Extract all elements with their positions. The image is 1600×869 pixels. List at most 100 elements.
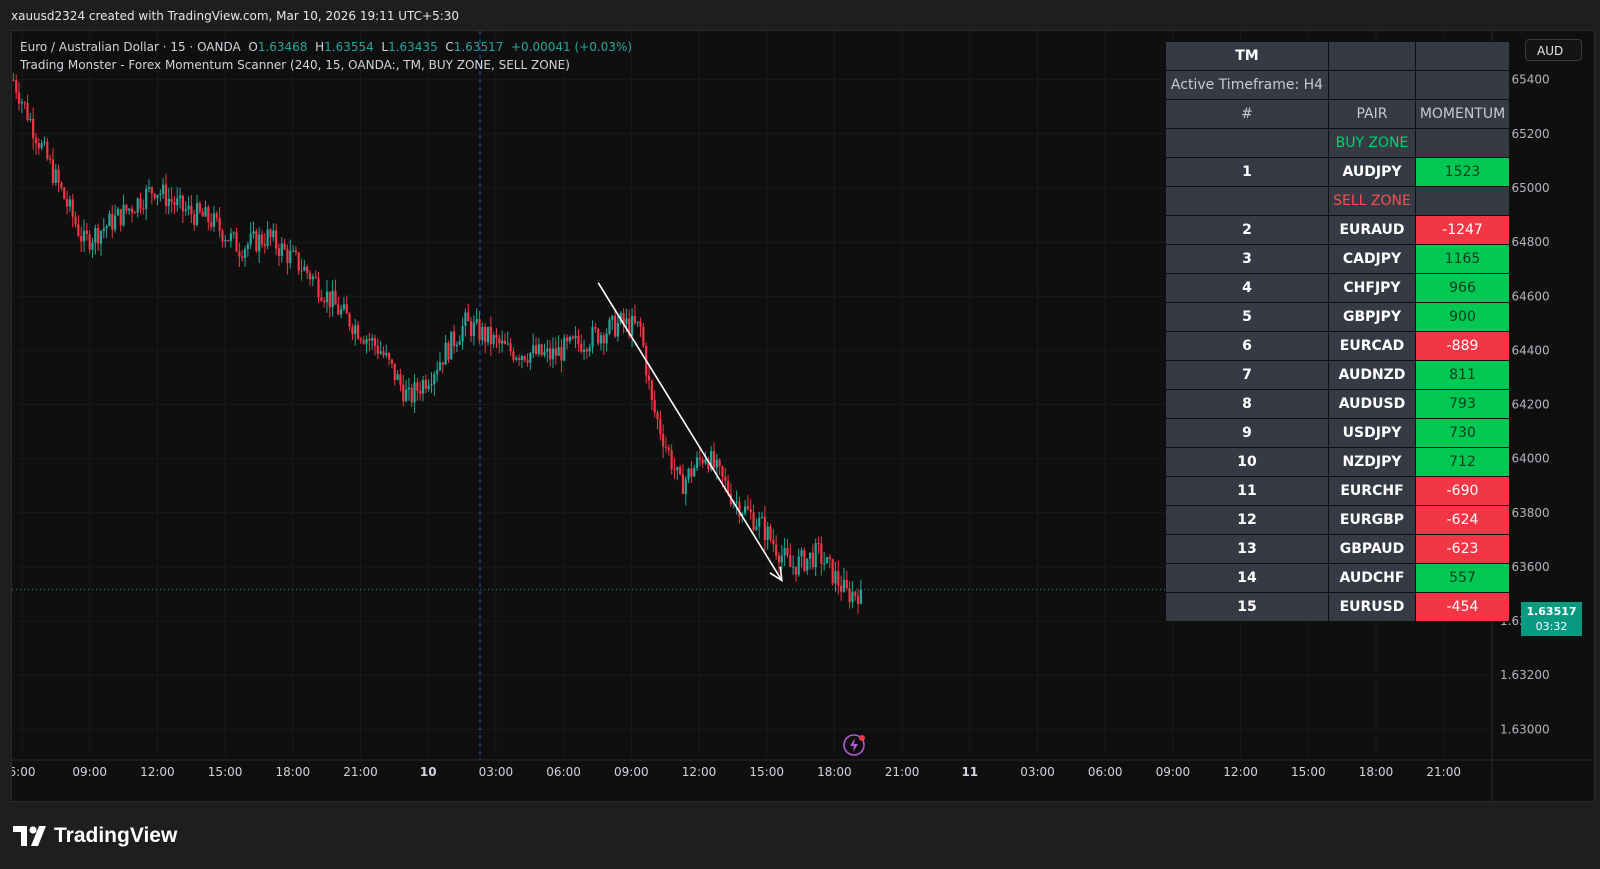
candle-body	[379, 351, 382, 354]
pair-name: AUDNZD	[1328, 360, 1416, 390]
pair-name: AUDJPY	[1328, 157, 1416, 187]
candle-body	[755, 526, 758, 530]
time-axis-label: 06:00	[546, 765, 581, 779]
scanner-row: 10 NZDJPY 712	[1165, 447, 1510, 477]
pair-name: EURUSD	[1328, 592, 1416, 622]
candle-body	[57, 169, 60, 183]
candle-body	[701, 459, 704, 464]
candle-body	[74, 216, 77, 225]
candle-body	[65, 199, 69, 207]
row-number: 8	[1165, 389, 1329, 419]
candle-body	[789, 555, 792, 567]
time-axis-label: 09:00	[1156, 765, 1191, 779]
tradingview-logo-icon[interactable]	[13, 826, 49, 846]
candle-body	[201, 211, 204, 217]
scanner-row: 15 EURUSD -454	[1165, 592, 1510, 622]
candle-body	[670, 450, 673, 470]
candle-body	[32, 118, 35, 139]
candle-body	[792, 566, 795, 568]
candle-body	[399, 374, 402, 385]
candle-body	[851, 591, 854, 603]
candle-body	[334, 290, 337, 305]
candle-body	[51, 159, 55, 183]
candle-body	[195, 203, 199, 225]
row-number: 13	[1165, 534, 1329, 564]
candle-body	[252, 231, 255, 234]
candle-body	[820, 543, 823, 564]
trend-arrow[interactable]	[597, 282, 783, 581]
candle-body	[721, 466, 724, 477]
candle-body	[554, 348, 557, 356]
candle-body	[162, 184, 165, 194]
current-price-tag: 1.63517 03:32	[1521, 602, 1582, 636]
candle-body	[116, 209, 120, 216]
candle-body	[856, 595, 860, 604]
candle-body	[176, 198, 179, 206]
candle-body	[164, 184, 168, 206]
row-number: 15	[1165, 592, 1329, 622]
tradingview-brand[interactable]: TradingView	[54, 824, 177, 848]
scanner-row: 1 AUDJPY 1523	[1165, 157, 1510, 187]
candle-body	[49, 158, 52, 160]
candle-body	[212, 213, 216, 227]
momentum-value: -623	[1415, 534, 1510, 564]
time-axis-label: 15:00	[1291, 765, 1326, 779]
current-price-value: 1.63517	[1526, 605, 1577, 618]
candle-body	[591, 327, 594, 348]
candle-body	[676, 467, 679, 471]
candle-body	[238, 251, 241, 257]
candle-body	[687, 468, 690, 480]
scanner-row: 9 USDJPY 730	[1165, 418, 1510, 448]
indicator-legend[interactable]: Trading Monster - Forex Momentum Scanner…	[20, 58, 570, 72]
pair-name: EURGBP	[1328, 505, 1416, 535]
time-axis-label: 03:00	[1020, 765, 1055, 779]
row-number: 14	[1165, 563, 1329, 593]
candle-body	[15, 79, 18, 93]
pair-name: EURCAD	[1328, 331, 1416, 361]
momentum-value: -690	[1415, 476, 1510, 506]
candle-body	[184, 209, 187, 212]
candle-body	[509, 343, 512, 352]
candle-body	[128, 208, 131, 211]
candle-body	[681, 474, 685, 494]
time-axis-label: 21:00	[1426, 765, 1461, 779]
candle-body	[797, 556, 800, 575]
candle-body	[515, 357, 518, 360]
time-axis-label: 6:00	[12, 765, 35, 779]
row-number: 2	[1165, 215, 1329, 245]
empty-cell	[1165, 128, 1329, 158]
candle-body	[823, 563, 826, 565]
candle-body	[614, 315, 617, 337]
candle-body	[743, 506, 747, 514]
candle-body	[105, 226, 108, 229]
candle-body	[679, 467, 682, 475]
candle-body	[314, 276, 317, 278]
candle-body	[763, 517, 766, 541]
scanner-row: 6 EURCAD -889	[1165, 331, 1510, 361]
price-axis-label: 1.63000	[1500, 722, 1550, 736]
empty-cell	[1328, 41, 1416, 71]
candle-body	[29, 118, 32, 121]
row-number: 6	[1165, 331, 1329, 361]
candle-body	[243, 249, 247, 258]
candle-body	[549, 348, 552, 360]
candle-body	[280, 243, 283, 256]
candle-body	[704, 459, 707, 464]
candle-body	[563, 337, 566, 361]
candle-body	[486, 326, 490, 343]
lightning-alert-icon[interactable]	[842, 732, 868, 758]
candle-body	[229, 233, 233, 241]
momentum-value: 557	[1415, 563, 1510, 593]
change-value: +0.00041 (+0.03%)	[511, 40, 633, 54]
candle-body	[560, 347, 563, 361]
symbol-legend[interactable]: Euro / Australian Dollar · 15 · OANDA O1…	[20, 40, 632, 54]
candle-body	[845, 579, 848, 589]
candle-body	[291, 250, 295, 252]
pair-name: GBPJPY	[1328, 302, 1416, 332]
currency-label[interactable]: AUD	[1525, 39, 1582, 61]
candle-body	[492, 335, 495, 345]
scanner-row: 4 CHFJPY 966	[1165, 273, 1510, 303]
candle-body	[407, 387, 410, 390]
candle-body	[472, 322, 475, 336]
candle-body	[178, 195, 182, 199]
